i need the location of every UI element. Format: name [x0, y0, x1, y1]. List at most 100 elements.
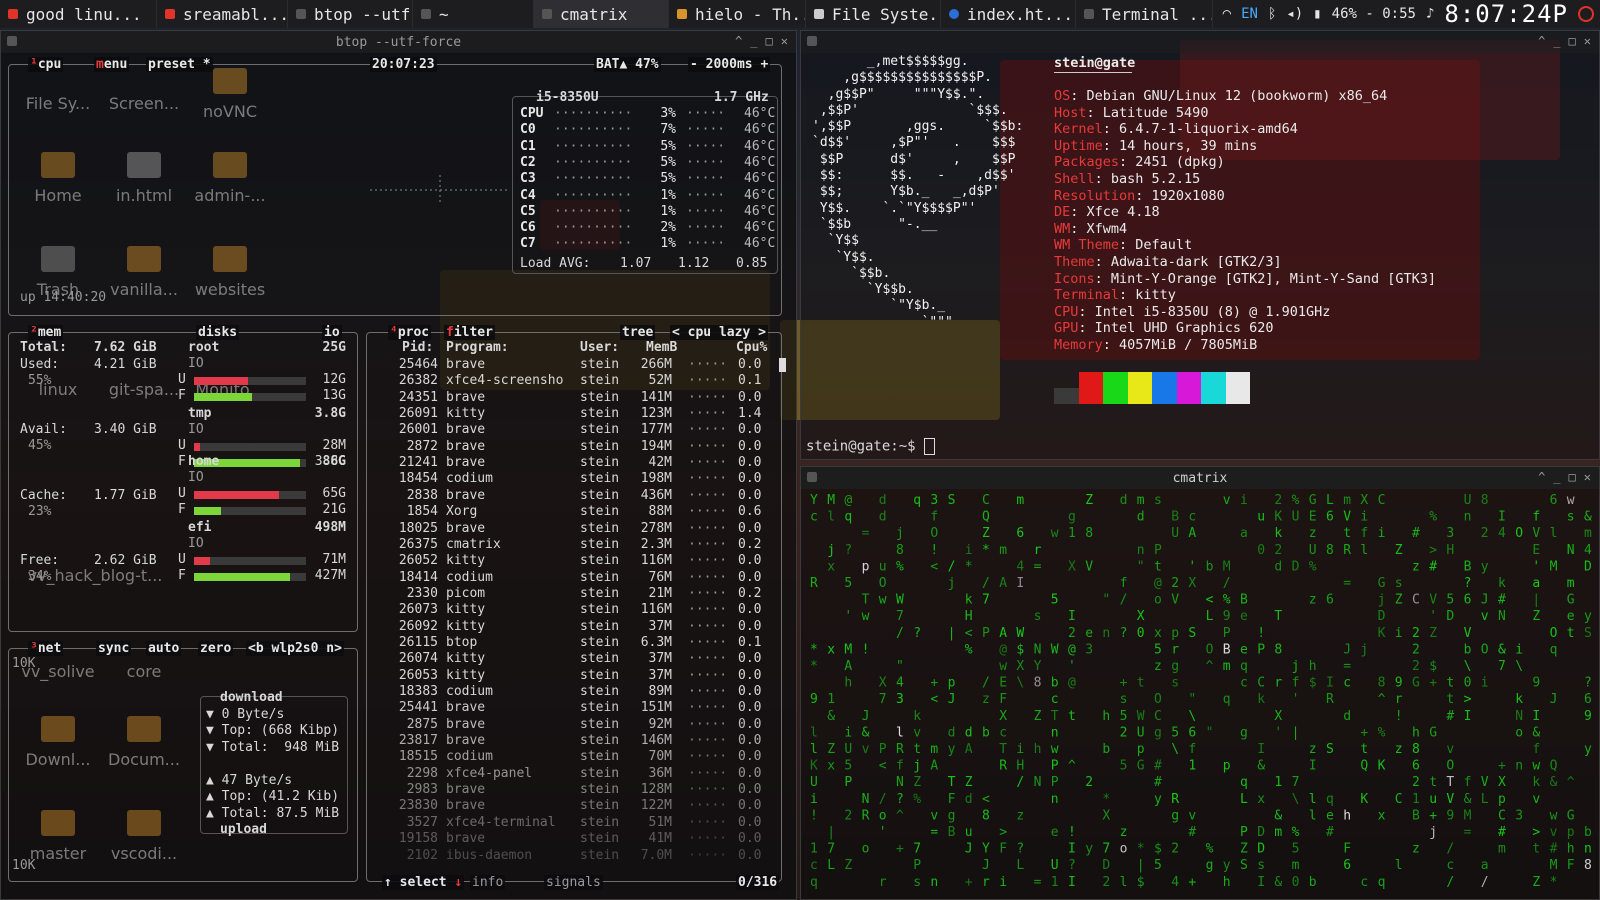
cpu-core-temp: 46°C	[744, 122, 776, 138]
matrix-glyph: D	[1102, 858, 1110, 873]
matrix-glyph: I	[1257, 742, 1265, 757]
matrix-glyph: B	[1464, 559, 1472, 574]
proc-scrollbar[interactable]	[779, 358, 786, 372]
matrix-glyph: F	[999, 842, 1007, 857]
matrix-glyph: D	[1584, 559, 1592, 574]
battery-icon[interactable]: ▮	[1313, 6, 1321, 22]
minimize-button[interactable]: _	[750, 34, 757, 48]
matrix-glyph: 9	[810, 692, 818, 707]
taskbar-tab-home-terminal[interactable]: ~	[413, 0, 534, 28]
matrix-glyph: e	[1085, 626, 1093, 641]
bell-icon[interactable]: ♪	[1426, 6, 1434, 22]
bluetooth-icon[interactable]: ᛒ	[1268, 6, 1276, 22]
update-interval[interactable]: - 2000ms +	[688, 57, 771, 72]
matrix-glyph: d	[1274, 559, 1282, 574]
process-cpu: 0.0	[738, 569, 762, 585]
close-button[interactable]: ✕	[781, 34, 788, 48]
shade-button[interactable]: ^	[735, 34, 742, 48]
matrix-glyph: =	[862, 526, 870, 541]
process-user: stein	[580, 569, 620, 585]
matrix-glyph: f	[896, 759, 904, 774]
proc-info-button[interactable]: info	[470, 875, 506, 890]
power-icon[interactable]	[1578, 6, 1594, 22]
matrix-glyph: r	[1171, 642, 1179, 657]
process-program: cmatrix	[446, 536, 501, 552]
maximize-button[interactable]: □	[766, 34, 773, 48]
menu-button[interactable]: menu	[94, 57, 130, 72]
matrix-glyph: >	[1429, 543, 1437, 558]
proc-sort-selector[interactable]: < cpu lazy >	[670, 325, 768, 340]
matrix-glyph: g	[948, 808, 956, 823]
editor-icon	[949, 9, 959, 19]
cpu-tab[interactable]: ¹cpu	[28, 57, 64, 72]
process-user: stein	[580, 520, 620, 536]
proc-header-mem[interactable]: MemB	[646, 340, 677, 356]
matrix-glyph: G	[1137, 759, 1145, 774]
matrix-glyph: <	[1206, 593, 1214, 608]
net-zero-button[interactable]: zero	[198, 641, 234, 656]
proc-tree-toggle[interactable]: tree	[620, 325, 656, 340]
maximize-button[interactable]: □	[1569, 34, 1576, 48]
battery-status[interactable]: 46% - 0:55	[1332, 6, 1416, 22]
close-button[interactable]: ✕	[1584, 34, 1591, 48]
panel-clock[interactable]: 8:07:24P	[1444, 0, 1568, 28]
taskbar-tab-file-manager[interactable]: hielo - Th...	[669, 0, 806, 28]
matrix-glyph: j	[1360, 642, 1368, 657]
preset-button[interactable]: preset *	[146, 57, 213, 72]
net-sync-button[interactable]: sync	[96, 641, 132, 656]
taskbar-tab-browser-1[interactable]: good linu...	[0, 0, 157, 28]
taskbar-tab-terminal[interactable]: Terminal ...	[1076, 0, 1213, 28]
net-interface[interactable]: <b wlp2s0 n>	[246, 641, 344, 656]
taskbar-tab-file-system[interactable]: File Syste...	[806, 0, 941, 28]
disk-name: home	[188, 454, 220, 469]
taskbar-tab-btop[interactable]: btop --utf...	[288, 0, 413, 28]
btop-titlebar[interactable]: btop --utf-force ^ _ □ ✕	[1, 31, 796, 53]
matrix-glyph: +	[965, 875, 973, 890]
taskbar-tab-browser-2[interactable]: sreamabl...	[157, 0, 288, 28]
proc-header-pid[interactable]: Pid:	[402, 340, 433, 356]
taskbar-tab-editor[interactable]: index.ht...	[941, 0, 1076, 28]
matrix-glyph: P	[913, 858, 921, 873]
matrix-glyph: s	[1395, 576, 1403, 591]
taskbar-tab-cmatrix[interactable]: cmatrix	[534, 0, 669, 28]
process-program: kitty	[446, 602, 486, 618]
matrix-glyph: X	[1068, 559, 1076, 574]
net-auto-button[interactable]: auto	[146, 641, 182, 656]
proc-header-user[interactable]: User:	[580, 340, 619, 356]
matrix-glyph: x	[827, 642, 835, 657]
matrix-glyph: m	[1567, 576, 1575, 591]
matrix-glyph: F	[1567, 858, 1575, 873]
volume-icon[interactable]: ◂)	[1286, 6, 1303, 22]
shell-prompt[interactable]: stein@gate:~$	[806, 438, 936, 455]
matrix-glyph: A	[844, 659, 852, 674]
matrix-glyph: t	[1068, 709, 1076, 724]
proc-filter[interactable]: filter	[444, 325, 495, 340]
cmatrix-titlebar[interactable]: cmatrix ^ _ □ ✕	[801, 467, 1599, 489]
minimize-button[interactable]: _	[1553, 470, 1560, 484]
keyboard-layout[interactable]: EN	[1241, 6, 1258, 22]
shade-button[interactable]: ^	[1538, 34, 1545, 48]
kitty-titlebar[interactable]: ^ _ □ ✕	[801, 31, 1599, 53]
proc-signals-button[interactable]: signals	[544, 875, 603, 890]
proc-header-program[interactable]: Program:	[446, 340, 509, 356]
neofetch-row: OS: Debian GNU/Linux 12 (bookworm) x86_6…	[1054, 88, 1387, 104]
matrix-glyph: %	[913, 792, 921, 807]
process-mem: 70M	[648, 749, 672, 765]
neofetch-row: Theme: Adwaita-dark [GTK2/3]	[1054, 254, 1282, 270]
matrix-glyph: k	[965, 593, 973, 608]
process-mem-graph: ·····	[688, 716, 728, 732]
process-mem: 151M	[640, 700, 672, 716]
cpu-core-label: C7	[520, 236, 536, 252]
proc-header-cpu[interactable]: Cpu%	[736, 340, 767, 356]
maximize-button[interactable]: □	[1569, 470, 1576, 484]
matrix-glyph: e	[1240, 609, 1248, 624]
process-mem: 123M	[640, 406, 672, 422]
wifi-icon[interactable]: ◠	[1223, 6, 1231, 22]
process-user: stein	[580, 602, 620, 618]
minimize-button[interactable]: _	[1553, 34, 1560, 48]
shade-button[interactable]: ^	[1538, 470, 1545, 484]
cpu-temp-bar: ·····	[686, 220, 726, 236]
proc-select-button[interactable]: ↑ select ↓	[382, 875, 465, 890]
matrix-glyph: T	[1274, 609, 1282, 624]
close-button[interactable]: ✕	[1584, 470, 1591, 484]
